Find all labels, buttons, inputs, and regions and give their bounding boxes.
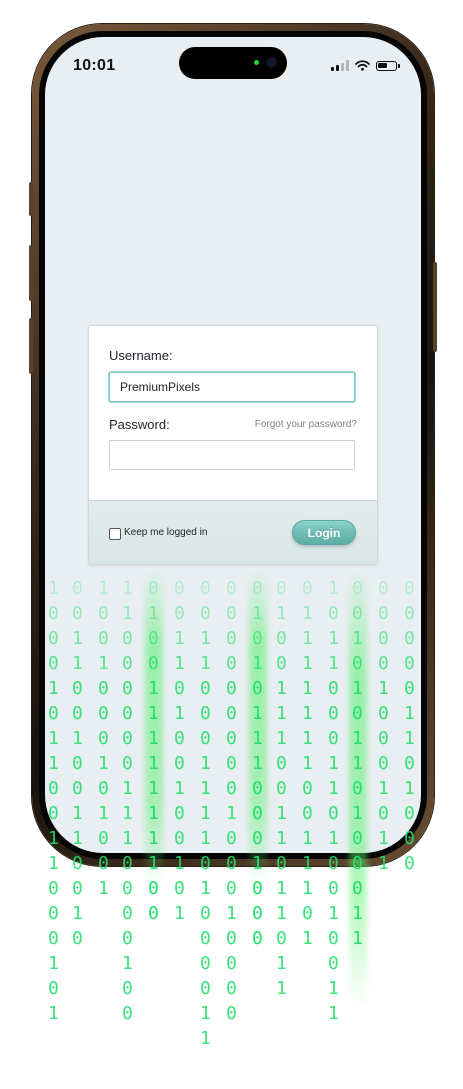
binary-digit: 0 [48, 903, 59, 924]
binary-digit: 0 [226, 1003, 237, 1024]
username-label: Username: [109, 348, 173, 363]
binary-digit: 0 [122, 903, 133, 924]
binary-digit: 0 [48, 978, 59, 999]
login-form: Username: Password: Forgot your password… [88, 325, 378, 565]
forgot-password-link[interactable]: Forgot your password? [255, 419, 357, 430]
binary-digit: 0 [252, 878, 263, 899]
binary-digit: 0 [48, 878, 59, 899]
binary-digit: 1 [276, 978, 287, 999]
binary-digit: 0 [226, 928, 237, 949]
binary-digit: 1 [276, 903, 287, 924]
binary-digit: 0 [122, 978, 133, 999]
privacy-indicator-icon [254, 60, 259, 65]
binary-digit: 0 [148, 878, 159, 899]
binary-digit: 0 [252, 928, 263, 949]
binary-digit: 0 [404, 853, 415, 874]
binary-digit: 1 [200, 878, 211, 899]
phone-screen: 10:01 Username: Password: Forgot your pa… [45, 37, 421, 853]
binary-digit: 0 [48, 928, 59, 949]
wifi-icon [355, 60, 370, 71]
binary-digit: 0 [148, 903, 159, 924]
login-button[interactable]: Login [292, 520, 356, 545]
binary-digit: 1 [328, 978, 339, 999]
binary-digit: 1 [122, 953, 133, 974]
front-camera-icon [266, 57, 277, 68]
binary-digit: 1 [226, 903, 237, 924]
binary-digit: 0 [122, 878, 133, 899]
keep-logged-in-label[interactable]: Keep me logged in [124, 527, 207, 538]
binary-digit: 1 [276, 953, 287, 974]
dynamic-island [179, 47, 287, 79]
binary-digit: 1 [328, 1003, 339, 1024]
binary-digit: 1 [200, 1028, 211, 1049]
binary-digit: 1 [98, 878, 109, 899]
battery-level [378, 62, 387, 68]
binary-digit: 0 [328, 928, 339, 949]
power-button [433, 262, 437, 352]
status-time: 10:01 [73, 57, 116, 74]
volume-down-button [29, 318, 33, 374]
password-input[interactable] [109, 440, 355, 470]
binary-digit: 0 [352, 878, 363, 899]
cellular-signal-icon [331, 60, 349, 71]
binary-digit: 1 [352, 928, 363, 949]
binary-digit: 0 [226, 953, 237, 974]
binary-digit: 0 [200, 928, 211, 949]
binary-digit: 1 [302, 878, 313, 899]
binary-digit: 0 [302, 903, 313, 924]
binary-digit: 0 [72, 878, 83, 899]
action-button [29, 182, 33, 216]
binary-digit: 0 [226, 878, 237, 899]
binary-digit: 1 [72, 903, 83, 924]
binary-digit: 1 [48, 953, 59, 974]
binary-digit: 0 [328, 953, 339, 974]
binary-digit: 1 [48, 853, 59, 874]
binary-digit: 0 [200, 978, 211, 999]
binary-digit: 0 [276, 928, 287, 949]
status-icons [331, 60, 400, 71]
battery-icon [376, 60, 400, 71]
binary-digit: 1 [302, 928, 313, 949]
binary-digit: 1 [200, 1003, 211, 1024]
login-footer: Keep me logged in Login [89, 500, 377, 564]
binary-digit: 0 [122, 1003, 133, 1024]
binary-digit: 0 [72, 928, 83, 949]
binary-digit: 1 [352, 903, 363, 924]
volume-up-button [29, 245, 33, 301]
binary-digit: 1 [174, 903, 185, 924]
binary-digit: 0 [226, 978, 237, 999]
binary-digit: 0 [200, 953, 211, 974]
binary-digit: 1 [276, 878, 287, 899]
binary-digit: 1 [48, 1003, 59, 1024]
username-input[interactable] [109, 372, 355, 402]
binary-digit: 0 [174, 878, 185, 899]
binary-digit: 0 [328, 878, 339, 899]
keep-logged-in-checkbox[interactable] [109, 528, 121, 540]
binary-digit: 0 [122, 928, 133, 949]
binary-digit: 1 [328, 903, 339, 924]
binary-digit: 0 [200, 903, 211, 924]
password-label: Password: [109, 417, 170, 432]
binary-digit: 0 [252, 903, 263, 924]
